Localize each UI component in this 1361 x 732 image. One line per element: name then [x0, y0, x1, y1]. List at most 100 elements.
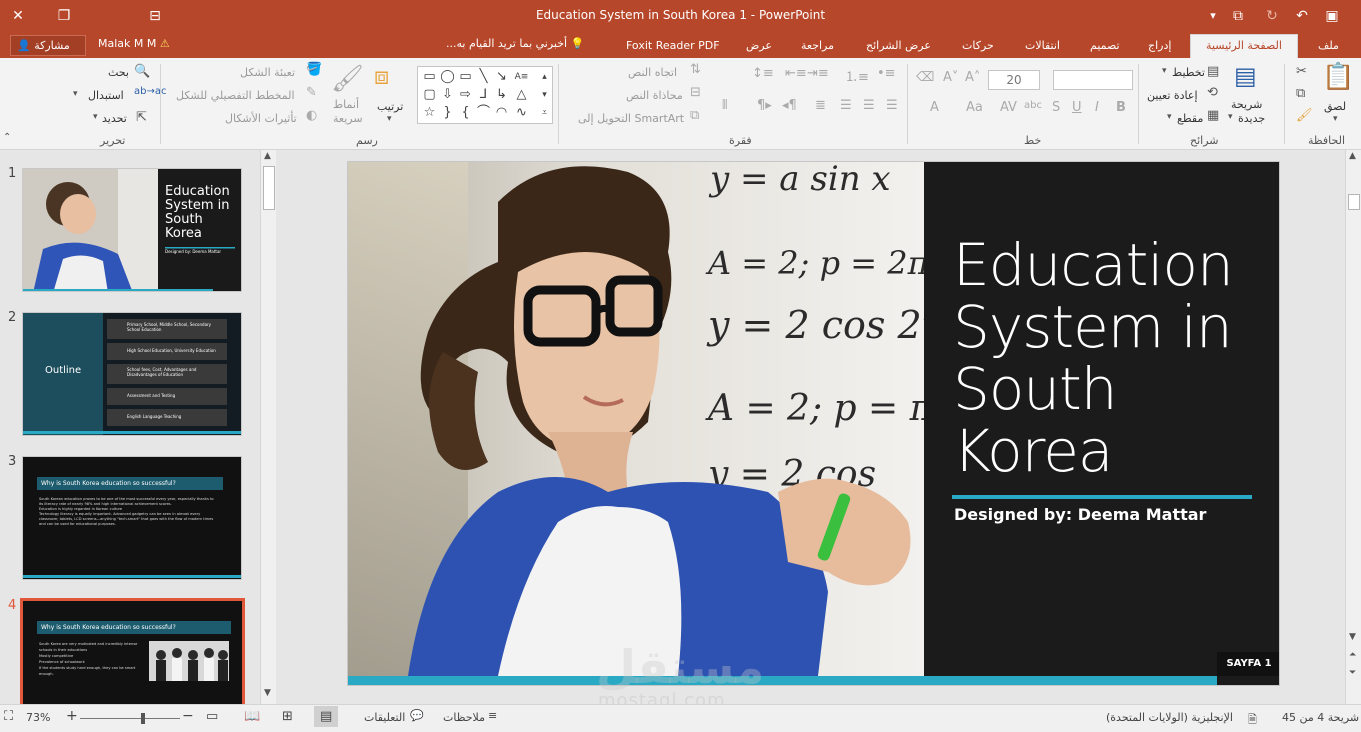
right-arrow-shape-icon[interactable]: ⇨	[457, 87, 474, 103]
undo-icon[interactable]: ↶	[1292, 6, 1312, 26]
slide-thumbnail-2[interactable]: Outline Primary School, Middle School, S…	[22, 312, 242, 436]
tab-design[interactable]: تصميم	[1082, 36, 1128, 58]
reading-view-icon[interactable]: 📖	[244, 709, 260, 724]
slide-title[interactable]: Education System in South Korea	[953, 234, 1273, 482]
comments-button[interactable]: التعليقات	[364, 711, 405, 724]
slide-thumbnail-3[interactable]: Why is South Korea education so successf…	[22, 456, 242, 580]
redo-icon[interactable]: ↻	[1262, 6, 1282, 26]
present-icon[interactable]: ⧉	[1228, 6, 1248, 26]
customize-qat-icon[interactable]: ▾	[1203, 6, 1223, 26]
scroll-down-icon[interactable]: ▼	[1349, 632, 1356, 642]
tab-home[interactable]: الصفحة الرئيسية	[1190, 34, 1298, 58]
normal-view-icon[interactable]: ▤	[314, 706, 339, 727]
wave-shape-icon[interactable]: ∿	[513, 105, 530, 121]
tab-file[interactable]: ملف	[1310, 36, 1347, 58]
zoom-level[interactable]: 73%	[26, 711, 50, 724]
scroll-up-icon[interactable]: ▲	[264, 151, 271, 161]
tell-me-search[interactable]: 💡 أخبرني بما تريد القيام به...	[446, 37, 584, 50]
tab-foxit[interactable]: Foxit Reader PDF	[618, 36, 728, 58]
zoom-out-icon[interactable]: −	[182, 708, 194, 724]
next-slide-icon[interactable]: ⏷	[1349, 668, 1356, 678]
brace-shape-icon[interactable]: }	[439, 105, 456, 121]
text-direction-button[interactable]: اتجاه النص	[628, 66, 677, 79]
thumbnail-scrollbar[interactable]: ▲ ▼	[260, 150, 276, 704]
spelling-icon[interactable]: 🗎	[1248, 711, 1257, 730]
font-name-input[interactable]	[1053, 70, 1133, 90]
collapse-ribbon-icon[interactable]: ⌃	[3, 132, 11, 143]
copy-icon[interactable]: ⧉	[1296, 86, 1305, 101]
format-painter-icon[interactable]: 🖌	[1296, 108, 1313, 123]
tab-review[interactable]: مراجعة	[793, 36, 842, 58]
arc-shape-icon[interactable]: ◠	[493, 105, 510, 121]
replace-button[interactable]: استبدال	[88, 89, 124, 102]
section-button[interactable]: مقطع	[1177, 112, 1203, 125]
person-icon: 👤	[17, 39, 31, 52]
previous-slide-icon[interactable]: ⏶	[1349, 650, 1356, 660]
shape-outline-button[interactable]: المخطط التفصيلي للشكل	[176, 89, 295, 102]
text-shape-icon[interactable]: A≡	[513, 69, 530, 85]
tab-slideshow[interactable]: عرض الشرائح	[858, 36, 939, 58]
smartart-button[interactable]: التحويل إلى SmartArt	[578, 112, 684, 125]
quick-styles-button[interactable]: أنماط	[333, 98, 359, 111]
cut-icon[interactable]: ✂	[1296, 64, 1307, 79]
tab-insert[interactable]: إدراج	[1140, 36, 1179, 58]
triangle-shape-icon[interactable]: △	[513, 87, 530, 103]
arrow-line-shape-icon[interactable]: ↘	[493, 69, 510, 85]
zoom-slider[interactable]	[80, 718, 180, 719]
paste-button[interactable]: لصق	[1324, 100, 1346, 113]
zoom-slider-knob[interactable]	[141, 713, 145, 724]
zoom-in-icon[interactable]: +	[66, 708, 78, 724]
tab-transitions[interactable]: انتقالات	[1017, 36, 1068, 58]
line-shape-icon[interactable]: ╲	[475, 69, 492, 85]
scroll-up-icon[interactable]: ▲	[1349, 151, 1356, 161]
tab-animations[interactable]: حركات	[954, 36, 1002, 58]
scrollbar-thumb[interactable]	[263, 166, 275, 210]
find-button[interactable]: بحث	[108, 66, 129, 79]
notes-button[interactable]: ملاحظات	[443, 711, 485, 724]
bullets-icon: •≡	[877, 66, 896, 81]
font-size-input[interactable]: 20	[988, 70, 1040, 90]
slide-scrollbar[interactable]: ▲ ▼ ⏶ ⏷	[1345, 150, 1361, 704]
layout-button[interactable]: تخطيط	[1172, 66, 1205, 79]
tab-view[interactable]: عرض	[738, 36, 780, 58]
current-slide[interactable]: y = a sin x A = 2; p = 2π/3 y = 2 cos 2t…	[347, 161, 1280, 686]
down-arrow-shape-icon[interactable]: ⇩	[439, 87, 456, 103]
gallery-down-icon[interactable]: ▾	[536, 87, 553, 103]
rounded-rect-shape-icon[interactable]: ▢	[421, 87, 438, 103]
reset-button[interactable]: إعادة تعيين	[1147, 89, 1198, 102]
new-slide-button-2[interactable]: جديدة	[1238, 112, 1265, 125]
elbow-connector-shape-icon[interactable]: ⅃	[475, 87, 492, 103]
curve-shape-icon[interactable]: ⌒	[475, 105, 492, 121]
quick-styles-button-2[interactable]: سريعة	[333, 112, 363, 125]
share-button[interactable]: 👤 مشاركة	[10, 35, 86, 56]
slide-footer[interactable]: SAYFA 1	[1217, 652, 1279, 676]
slide-thumbnail-1[interactable]: Education System in South Korea Designed…	[22, 168, 242, 292]
arrange-button[interactable]: ترتيب	[377, 100, 403, 113]
slideshow-view-icon[interactable]: ▭	[206, 709, 218, 724]
gallery-more-icon[interactable]: ▴	[536, 69, 553, 85]
save-icon[interactable]: ▣	[1322, 6, 1342, 26]
shape-fill-button[interactable]: تعبئة الشكل	[240, 66, 295, 79]
language-status[interactable]: الإنجليزية (الولايات المتحدة)	[1106, 711, 1233, 724]
gallery-expand-icon[interactable]: ⩡	[536, 105, 553, 121]
layout-icon: ▤	[1207, 64, 1220, 79]
user-name[interactable]: Malak M M ⚠	[98, 37, 170, 50]
textbox-shape-icon[interactable]: ▭	[421, 69, 438, 85]
slide-sorter-icon[interactable]: ⊞	[282, 709, 293, 724]
shapes-gallery[interactable]: ▭ ◯ ▭ ╲ ↘ A≡ ▢ ⇩ ⇨ ⅃ ↳ △ ☆ } { ⌒ ◠ ∿ ▴ ▾…	[417, 66, 553, 124]
scrollbar-thumb[interactable]	[1348, 194, 1360, 210]
new-slide-button[interactable]: شريحة	[1231, 98, 1262, 111]
elbow-arrow-shape-icon[interactable]: ↳	[493, 87, 510, 103]
align-text-button[interactable]: محاذاة النص	[626, 89, 683, 102]
oval-shape-icon[interactable]: ◯	[439, 69, 456, 85]
left-brace-shape-icon[interactable]: {	[457, 105, 474, 121]
fit-slide-icon[interactable]: ⛶	[4, 709, 13, 724]
select-button[interactable]: تحديد	[102, 112, 127, 125]
star-shape-icon[interactable]: ☆	[421, 105, 438, 121]
dropdown-arrow-icon: ▾	[1333, 114, 1338, 124]
shape-effects-button[interactable]: تأثيرات الأشكال	[225, 112, 297, 125]
scroll-down-icon[interactable]: ▼	[264, 688, 271, 698]
rectangle-shape-icon[interactable]: ▭	[457, 69, 474, 85]
slide-subtitle[interactable]: Designed by: Deema Mattar	[954, 505, 1206, 524]
thumbnail-title: Why is South Korea education so successf…	[37, 621, 231, 634]
